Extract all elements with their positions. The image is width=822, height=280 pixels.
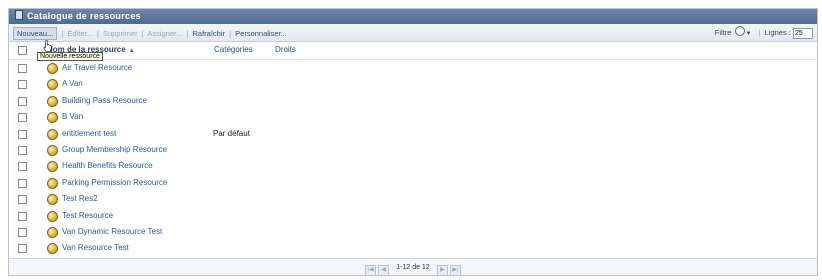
resource-catalog-panel: Catalogue de ressources Nouveau... | Édi… [8,8,818,276]
new-resource-tooltip: Nouvelle ressource [37,52,103,61]
new-button[interactable]: Nouveau... [13,27,58,40]
rows-per-page-input[interactable] [793,28,813,39]
toolbar: Nouveau... | Éditer... | Supprimer | Ass… [9,24,817,42]
edit-button[interactable]: Éditer... [67,29,92,38]
resource-icon [47,95,58,107]
hand-cursor-icon [43,40,52,52]
first-page-icon[interactable]: |◀ [365,265,377,276]
resource-name-link[interactable]: B Van [62,112,83,121]
row-checkbox[interactable] [18,178,27,188]
page-range-label: 1-12 de 12 [396,264,430,271]
resource-icon [47,243,58,255]
resource-icon [47,79,58,91]
row-checkbox[interactable] [18,227,27,237]
table-row[interactable]: Health Benefits Resource [9,158,817,174]
table-row[interactable]: Test Res2 [9,191,817,207]
resource-category: Par défaut [213,128,250,138]
table-row[interactable]: Air Travel Resource [9,60,817,76]
table-row[interactable]: Van Resource Test [9,240,817,256]
table-row[interactable]: Parking Permission Resource [9,175,817,191]
column-header-categories[interactable]: Catégories [214,45,253,54]
resource-name-link[interactable]: Van Resource Test [62,243,129,252]
panel-titlebar: Catalogue de ressources [9,9,817,24]
select-all-checkbox[interactable] [18,46,27,55]
sort-ascending-icon: ▲ [128,48,135,54]
table-row[interactable]: Building Pass Resource [9,93,817,109]
prev-page-icon[interactable]: ◀ [378,265,390,276]
row-checkbox[interactable] [18,244,27,254]
chevron-down-icon[interactable]: ▼ [746,31,752,37]
table-row[interactable]: A Van [9,76,817,92]
row-checkbox[interactable] [18,96,27,106]
filter-icon[interactable] [734,26,745,36]
table-row[interactable]: B Van [9,109,817,125]
resource-name-link[interactable]: Van Dynamic Resource Test [62,227,162,236]
last-page-icon[interactable]: ▶| [449,265,461,276]
row-checkbox[interactable] [18,64,27,73]
row-checkbox[interactable] [18,129,27,139]
resource-name-link[interactable]: Parking Permission Resource [62,178,167,187]
resource-name-link[interactable]: Test Res2 [62,194,98,203]
panel-title: Catalogue de ressources [27,11,141,21]
table-row[interactable]: Group Membership Resource [9,142,817,158]
table-row[interactable]: Test Resource [9,208,817,224]
table-row[interactable]: Van Dynamic Resource Test [9,224,817,240]
delete-button[interactable]: Supprimer [103,29,138,38]
resource-list: Air Travel Resource A Van Building Pass Re… [9,60,817,257]
resource-icon [47,63,58,74]
resource-icon [47,226,58,238]
refresh-button[interactable]: Rafraîchir [193,29,226,38]
rows-label: Lignes : [764,28,791,37]
assign-button[interactable]: Assigner... [147,29,182,38]
row-checkbox[interactable] [18,80,27,90]
filter-label: Filtre [714,28,732,37]
table-row[interactable]: entitlement test Par défaut [9,126,817,142]
row-checkbox[interactable] [18,162,27,172]
customize-button[interactable]: Personnaliser... [235,29,287,38]
table-header: Nom de la ressource ▲ Catégories Droits [9,42,817,60]
resource-icon [47,210,58,222]
resource-icon [47,144,58,156]
row-checkbox[interactable] [18,145,27,155]
resource-icon [47,112,58,124]
pager: |◀ ◀ 1-12 de 12 ▶ ▶| [9,258,817,276]
resource-icon [47,177,58,189]
resource-name-link[interactable]: Group Membership Resource [62,145,167,154]
resource-name-link[interactable]: Air Travel Resource [62,63,132,72]
resource-name-link[interactable]: A Van [62,79,83,88]
resource-name-link[interactable]: entitlement test [62,129,116,138]
next-page-icon[interactable]: ▶ [436,265,448,276]
row-checkbox[interactable] [18,211,27,221]
row-checkbox[interactable] [18,195,27,205]
resource-icon [47,161,58,173]
resource-name-link[interactable]: Health Benefits Resource [62,161,153,170]
resource-icon [47,194,58,206]
row-checkbox[interactable] [18,113,27,123]
resource-name-link[interactable]: Building Pass Resource [62,96,147,105]
catalog-icon [15,10,23,20]
resource-name-link[interactable]: Test Resource [62,211,113,220]
resource-icon [47,128,58,140]
column-header-rights[interactable]: Droits [275,45,296,54]
